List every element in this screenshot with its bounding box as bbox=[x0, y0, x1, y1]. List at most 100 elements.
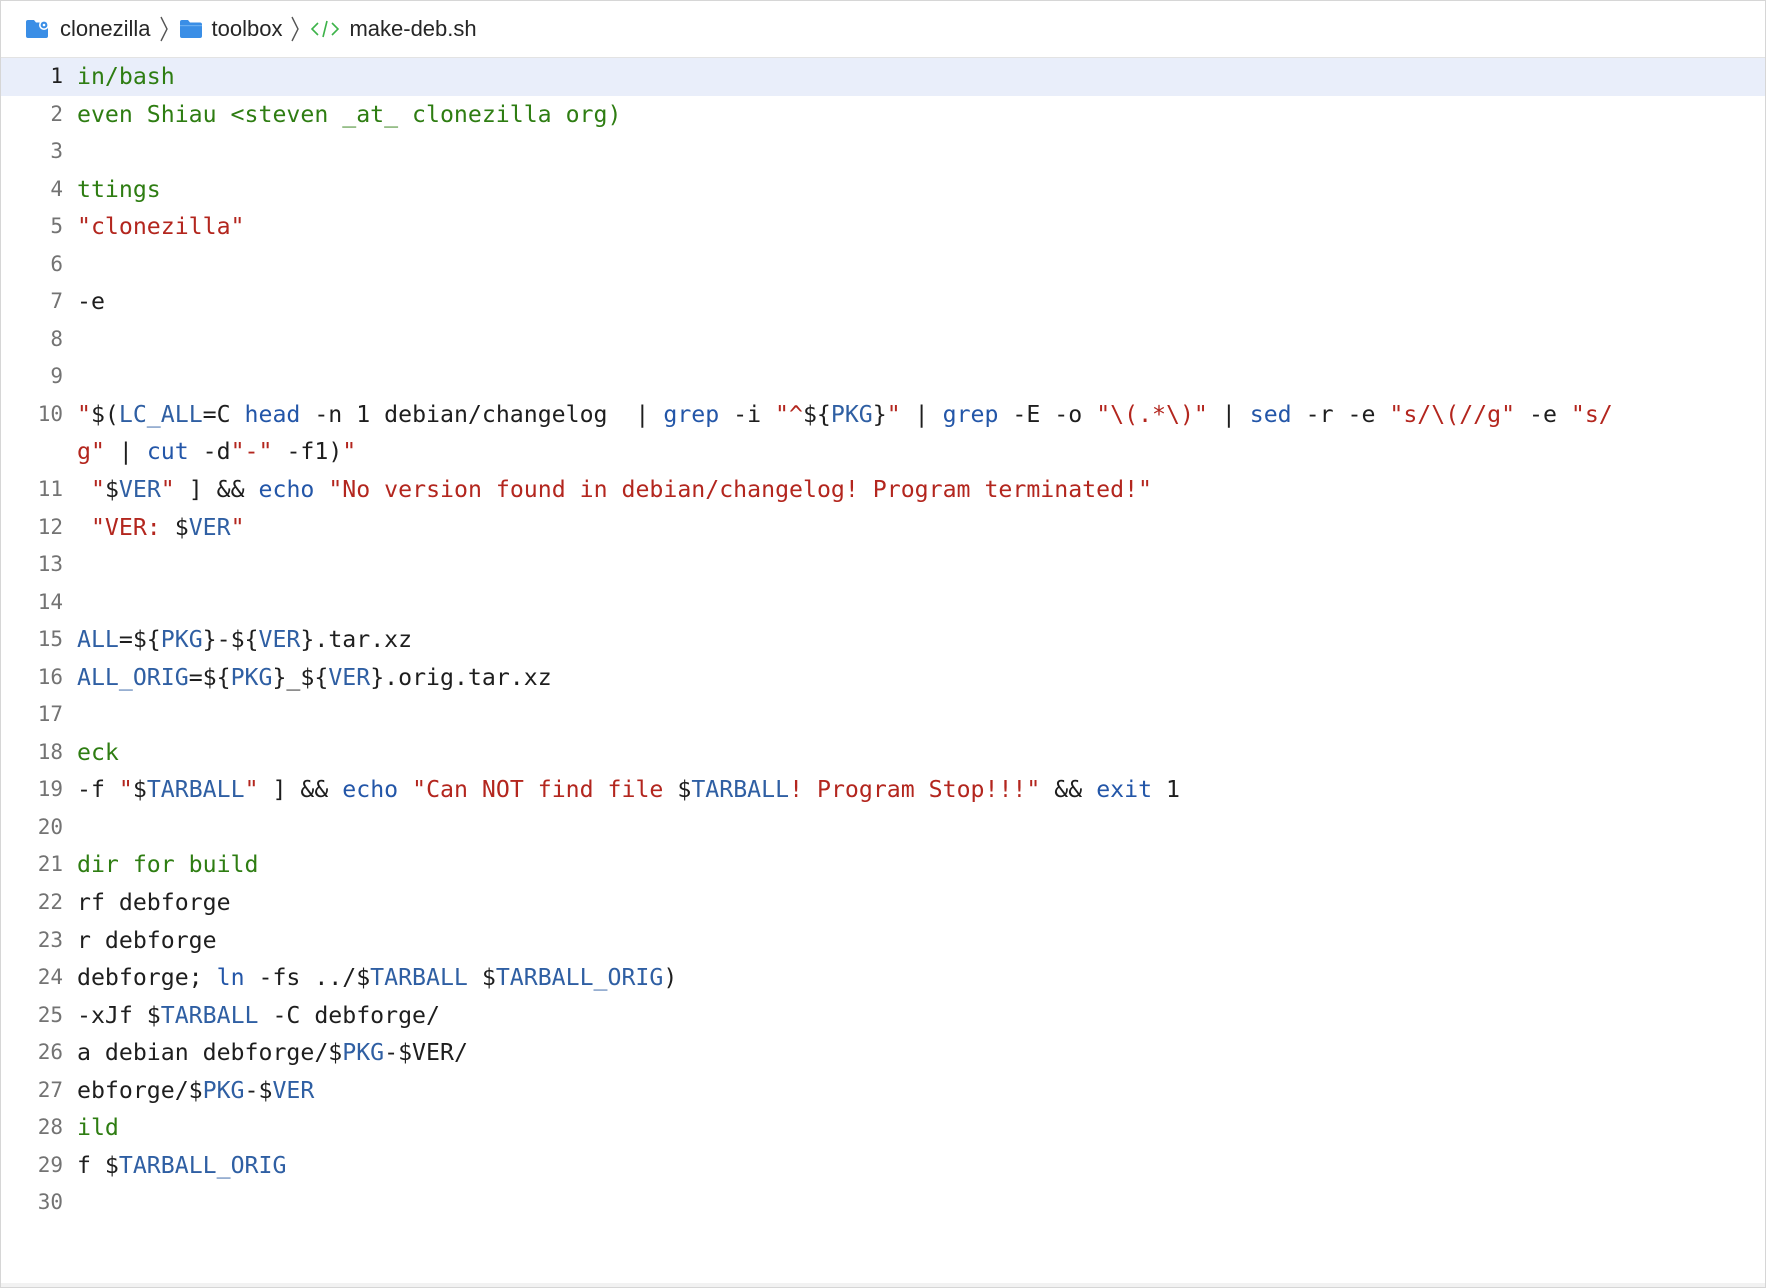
code-line[interactable]: 16 ALL_ORIG=${PKG}_${VER}.orig.tar.xz bbox=[1, 659, 1765, 697]
code-text: }.orig.tar.xz bbox=[370, 663, 552, 691]
line-number: 17 bbox=[37, 702, 63, 727]
code-variable: VER bbox=[258, 626, 301, 654]
line-number: 19 bbox=[37, 777, 63, 802]
code-string: "^ bbox=[775, 400, 803, 428]
code-line[interactable]: 29 f $TARBALL_ORIG bbox=[1, 1147, 1765, 1185]
code-text: | bbox=[900, 400, 943, 428]
line-number: 14 bbox=[37, 589, 63, 614]
line-number: 27 bbox=[37, 1077, 63, 1102]
line-number: 15 bbox=[37, 627, 63, 652]
breadcrumb: clonezilla toolbox make-deb.sh bbox=[1, 1, 1765, 58]
code-string: " bbox=[886, 400, 901, 428]
code-string: " bbox=[160, 476, 175, 504]
line-number: 5 bbox=[50, 214, 63, 239]
code-line[interactable]: 17 bbox=[1, 696, 1765, 734]
code-comment: eck bbox=[77, 738, 119, 766]
breadcrumb-item-make-deb[interactable]: make-deb.sh bbox=[310, 16, 477, 42]
gear-folder-icon bbox=[25, 19, 51, 39]
code-string: ! Program Stop!!!" bbox=[789, 776, 1041, 804]
code-line[interactable]: 6 bbox=[1, 246, 1765, 284]
code-line[interactable]: 9 bbox=[1, 358, 1765, 396]
code-line[interactable]: 23 r debforge bbox=[1, 922, 1765, 960]
code-line[interactable]: 18 eck bbox=[1, 734, 1765, 772]
code-line[interactable]: 2 even Shiau <steven _at_ clonezilla org) bbox=[1, 96, 1765, 134]
code-string: " bbox=[118, 776, 133, 804]
code-variable: PKG bbox=[230, 663, 273, 691]
code-text: -e bbox=[1515, 400, 1571, 428]
code-text: -d bbox=[188, 438, 231, 466]
code-line[interactable]: 11 "$VER" ] && echo "No version found in… bbox=[1, 471, 1765, 509]
code-line[interactable]: 24 debforge; ln -fs ../$TARBALL $TARBALL_… bbox=[1, 959, 1765, 997]
code-text-line: ALL_ORIG=${PKG}_${VER}.orig.tar.xz bbox=[77, 659, 1765, 697]
code-line[interactable]: 1 in/bash bbox=[1, 58, 1765, 96]
code-text: r debforge bbox=[77, 926, 217, 954]
code-text: f $ bbox=[77, 1151, 119, 1179]
code-variable: LC_ALL bbox=[118, 400, 203, 428]
code-text-line: eck bbox=[77, 734, 1765, 772]
code-string: "s/\(//g" bbox=[1389, 400, 1516, 428]
code-text: } bbox=[872, 400, 887, 428]
code-string: " bbox=[244, 776, 259, 804]
code-text: | bbox=[1207, 400, 1250, 428]
code-text: -fs ../$ bbox=[244, 964, 371, 992]
code-text: ] && bbox=[258, 776, 343, 804]
code-comment: in/bash bbox=[77, 63, 175, 90]
line-number: 22 bbox=[37, 890, 63, 915]
breadcrumb-item-toolbox[interactable]: toolbox bbox=[179, 16, 282, 42]
code-command: grep bbox=[942, 400, 999, 428]
code-line[interactable]: 30 bbox=[1, 1184, 1765, 1222]
code-string: "VER: bbox=[90, 513, 175, 541]
code-variable: VER bbox=[188, 513, 231, 541]
code-variable: VER bbox=[118, 476, 161, 504]
code-text: -$ bbox=[244, 1076, 273, 1104]
code-text: -i bbox=[719, 400, 776, 428]
code-line[interactable]: 10 "$(LC_ALL=C head -n 1 debian/changelog… bbox=[1, 396, 1765, 434]
code-line-wrap[interactable]: g" | cut -d"-" -f1)" bbox=[1, 433, 1765, 471]
code-command: echo bbox=[258, 476, 315, 504]
code-text: $ bbox=[677, 776, 692, 804]
line-number: 7 bbox=[50, 289, 63, 314]
code-line[interactable]: 27 ebforge/$PKG-$VER bbox=[1, 1072, 1765, 1110]
code-line[interactable]: 19 -f "$TARBALL" ] && echo "Can NOT find … bbox=[1, 771, 1765, 809]
breadcrumb-item-clonezilla[interactable]: clonezilla bbox=[25, 16, 151, 42]
code-text: ) bbox=[663, 964, 678, 992]
code-text: =C bbox=[202, 400, 245, 428]
line-number: 10 bbox=[37, 401, 63, 426]
code-line[interactable]: 22 rf debforge bbox=[1, 884, 1765, 922]
code-line[interactable]: 8 bbox=[1, 321, 1765, 359]
code-text: && bbox=[1040, 776, 1097, 804]
code-line[interactable]: 20 bbox=[1, 809, 1765, 847]
code-text-line: ild bbox=[77, 1109, 1765, 1147]
code-text-line: rf debforge bbox=[77, 884, 1765, 922]
code-text-line: -f "$TARBALL" ] && echo "Can NOT find fi… bbox=[77, 771, 1765, 809]
code-text-line: r debforge bbox=[77, 922, 1765, 960]
code-text-line: -xJf $TARBALL -C debforge/ bbox=[77, 997, 1765, 1035]
code-text: $ bbox=[467, 964, 496, 992]
code-editor[interactable]: 1 in/bash 2 even Shiau <steven _at_ clonezi… bbox=[1, 58, 1765, 1287]
code-line[interactable]: 13 bbox=[1, 546, 1765, 584]
code-variable: TARBALL bbox=[370, 964, 468, 992]
code-line[interactable]: 21 dir for build bbox=[1, 846, 1765, 884]
code-text-line: -e bbox=[77, 283, 1765, 321]
code-command: exit bbox=[1096, 776, 1153, 804]
code-string: " bbox=[77, 400, 91, 428]
folder-icon bbox=[179, 19, 203, 39]
line-number: 8 bbox=[50, 326, 63, 351]
code-line[interactable]: 26 a debian debforge/$PKG-$VER/ bbox=[1, 1034, 1765, 1072]
code-line[interactable]: 28 ild bbox=[1, 1109, 1765, 1147]
code-line[interactable]: 12 "VER: $VER" bbox=[1, 509, 1765, 547]
code-text-line: g" | cut -d"-" -f1)" bbox=[77, 433, 1765, 471]
code-line[interactable]: 7 -e bbox=[1, 283, 1765, 321]
code-line[interactable]: 14 bbox=[1, 584, 1765, 622]
code-text: }_${ bbox=[272, 663, 329, 691]
code-line[interactable]: 15 ALL=${PKG}-${VER}.tar.xz bbox=[1, 621, 1765, 659]
code-text: -xJf $ bbox=[77, 1001, 161, 1029]
code-text: rf debforge bbox=[77, 889, 231, 917]
code-line[interactable]: 3 bbox=[1, 133, 1765, 171]
code-line[interactable]: 25 -xJf $TARBALL -C debforge/ bbox=[1, 997, 1765, 1035]
code-line[interactable]: 5 "clonezilla" bbox=[1, 208, 1765, 246]
code-line[interactable]: 4 ttings bbox=[1, 171, 1765, 209]
horizontal-scrollbar[interactable] bbox=[1, 1283, 1765, 1287]
code-string: "\(.*\)" bbox=[1096, 400, 1208, 428]
